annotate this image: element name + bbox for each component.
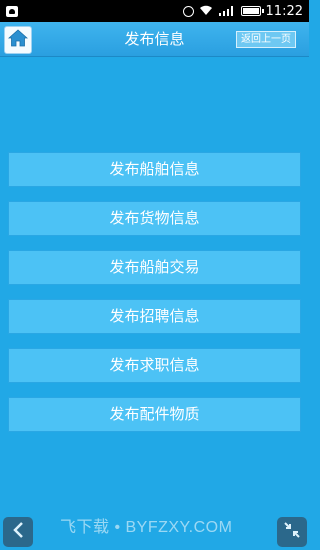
status-clock: 11:22 — [265, 3, 303, 19]
wifi-icon — [199, 5, 213, 18]
header-bar: 发布信息 返回上一页 — [0, 22, 309, 57]
publish-ship-info-button[interactable]: 发布船舶信息 — [8, 152, 301, 187]
collapse-icon — [283, 521, 301, 543]
back-button[interactable]: 返回上一页 — [236, 31, 296, 48]
publish-menu: 发布船舶信息 发布货物信息 发布船舶交易 发布招聘信息 发布求职信息 发布配件物… — [8, 152, 301, 446]
nav-back-button[interactable] — [3, 517, 33, 547]
alarm-icon — [182, 5, 194, 17]
collapse-button[interactable] — [277, 517, 307, 547]
watermark: 飞下载 • BYFZXY.COM — [60, 519, 233, 536]
home-icon — [7, 29, 29, 51]
notification-icon — [6, 5, 18, 17]
publish-parts-button[interactable]: 发布配件物质 — [8, 397, 301, 432]
publish-ship-trade-button[interactable]: 发布船舶交易 — [8, 250, 301, 285]
home-button[interactable] — [4, 26, 32, 54]
signal-icon — [218, 5, 236, 18]
status-bar: 11:22 — [0, 0, 309, 22]
publish-cargo-info-button[interactable]: 发布货物信息 — [8, 201, 301, 236]
publish-recruitment-button[interactable]: 发布招聘信息 — [8, 299, 301, 334]
publish-job-seeking-button[interactable]: 发布求职信息 — [8, 348, 301, 383]
chevron-left-icon — [11, 521, 25, 543]
battery-icon — [240, 6, 264, 16]
